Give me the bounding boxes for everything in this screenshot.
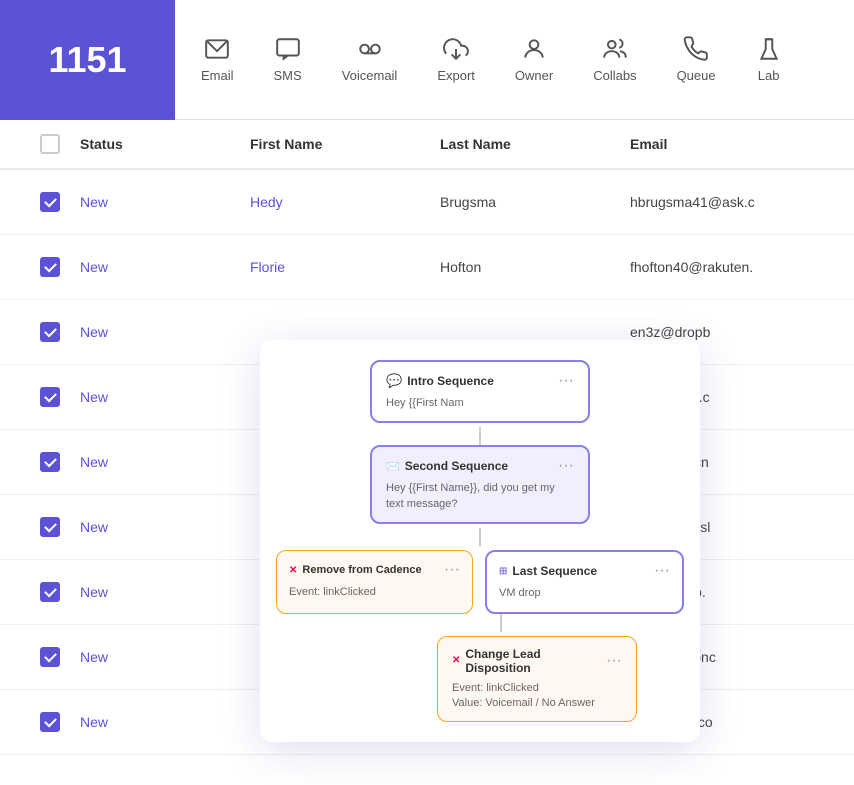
flow-node-last-body: VM drop: [499, 586, 670, 601]
row-checkbox-8[interactable]: [20, 712, 80, 732]
connector-line-2: [479, 528, 481, 546]
row-status-2[interactable]: New: [80, 324, 250, 340]
flow-node-second-title: ✉️ Second Sequence: [386, 459, 508, 473]
lab-icon: [756, 36, 782, 62]
row-status-1[interactable]: New: [80, 259, 250, 275]
nav-email[interactable]: Email: [185, 0, 250, 119]
node-menu-dots-2[interactable]: ···: [558, 457, 574, 475]
col-lastname: Last Name: [440, 136, 630, 152]
nav-items: Email SMS Voicemail Export: [175, 0, 808, 119]
row-checkbox-5[interactable]: [20, 517, 80, 537]
flow-node-remove[interactable]: ✕ Remove from Cadence ··· Event: linkCli…: [276, 550, 473, 613]
flow-node-second-body: Hey {{First Name}}, did you get my text …: [386, 481, 574, 512]
flow-node-change-body: Event: linkClicked Value: Voicemail / No…: [452, 681, 622, 712]
row-firstname-1[interactable]: Florie: [250, 259, 440, 275]
table-row: New Florie Hofton fhofton40@rakuten.: [0, 235, 854, 300]
export-icon: [443, 36, 469, 62]
row-status-0[interactable]: New: [80, 194, 250, 210]
row-checkbox-7[interactable]: [20, 647, 80, 667]
table-row: New Hedy Brugsma hbrugsma41@ask.c: [0, 170, 854, 235]
flow-node-change[interactable]: ✕ Change Lead Disposition ··· Event: lin…: [437, 636, 637, 723]
flow-node-change-title: ✕ Change Lead Disposition: [452, 647, 606, 675]
row-email-2: en3z@dropb: [630, 324, 854, 340]
flow-node-second-header: ✉️ Second Sequence ···: [386, 457, 574, 475]
checkbox-header[interactable]: [40, 134, 60, 154]
nav-lab[interactable]: Lab: [740, 0, 798, 119]
row-lastname-0: Brugsma: [440, 194, 630, 210]
row-checkbox-6[interactable]: [20, 582, 80, 602]
node-menu-dots-5[interactable]: ···: [606, 652, 622, 670]
flow-node-intro-body: Hey {{First Nam: [386, 396, 574, 411]
row-status-6[interactable]: New: [80, 584, 250, 600]
node-menu-dots[interactable]: ···: [558, 372, 574, 390]
connector-line-1: [479, 427, 481, 445]
flow-node-last-title: ⊞ Last Sequence: [499, 564, 597, 578]
col-status: Status: [80, 136, 250, 152]
mail-small-icon: ✉️: [386, 460, 400, 473]
x-icon: ✕: [289, 565, 297, 576]
flow-node-intro[interactable]: 💬 Intro Sequence ··· Hey {{First Nam: [370, 360, 590, 423]
page-wrapper: 1151 Email SMS Voicemail: [0, 0, 854, 785]
row-lastname-1: Hofton: [440, 259, 630, 275]
flow-container: 💬 Intro Sequence ··· Hey {{First Nam ✉️ …: [276, 360, 684, 722]
owner-icon: [521, 36, 547, 62]
row-checkbox-0[interactable]: [20, 192, 80, 212]
collabs-icon: [602, 36, 628, 62]
row-email-0: hbrugsma41@ask.c: [630, 194, 854, 210]
chat-bubble-icon: 💬: [386, 373, 402, 389]
row-checkbox-1[interactable]: [20, 257, 80, 277]
row-checkbox-3[interactable]: [20, 387, 80, 407]
nav-owner[interactable]: Owner: [499, 0, 569, 119]
queue-icon: [683, 36, 709, 62]
flow-node-remove-title: ✕ Remove from Cadence: [289, 564, 422, 576]
flow-node-last[interactable]: ⊞ Last Sequence ··· VM drop: [485, 550, 684, 613]
voicemail-icon: [357, 36, 383, 62]
nav-sms[interactable]: SMS: [258, 0, 318, 119]
flow-node-second[interactable]: ✉️ Second Sequence ··· Hey {{First Name}…: [370, 445, 590, 524]
fork-icon: ⊞: [499, 566, 507, 577]
header-badge: 1151: [0, 0, 175, 120]
flow-node-change-header: ✕ Change Lead Disposition ···: [452, 647, 622, 675]
col-email: Email: [630, 136, 854, 152]
col-firstname: First Name: [250, 136, 440, 152]
email-icon: [204, 36, 230, 62]
flow-node-remove-body: Event: linkClicked: [289, 585, 460, 600]
flow-node-intro-header: 💬 Intro Sequence ···: [386, 372, 574, 390]
header: 1151 Email SMS Voicemail: [0, 0, 854, 120]
node-menu-dots-4[interactable]: ···: [654, 562, 670, 580]
row-checkbox-2[interactable]: [20, 322, 80, 342]
flow-overlay-panel: 💬 Intro Sequence ··· Hey {{First Nam ✉️ …: [260, 340, 700, 742]
flow-fork-row: ✕ Remove from Cadence ··· Event: linkCli…: [276, 550, 684, 613]
flow-node-last-header: ⊞ Last Sequence ···: [499, 562, 670, 580]
table-header: Status First Name Last Name Email: [0, 120, 854, 170]
nav-collabs[interactable]: Collabs: [577, 0, 652, 119]
row-status-8[interactable]: New: [80, 714, 250, 730]
node-menu-dots-3[interactable]: ···: [444, 561, 460, 579]
nav-voicemail[interactable]: Voicemail: [326, 0, 414, 119]
sms-icon: [275, 36, 301, 62]
row-checkbox-4[interactable]: [20, 452, 80, 472]
flow-node-remove-header: ✕ Remove from Cadence ···: [289, 561, 460, 579]
row-status-7[interactable]: New: [80, 649, 250, 665]
x-icon-2: ✕: [452, 655, 460, 666]
row-status-4[interactable]: New: [80, 454, 250, 470]
nav-queue[interactable]: Queue: [661, 0, 732, 119]
row-email-1: fhofton40@rakuten.: [630, 259, 854, 275]
connector-line-3: [500, 614, 502, 632]
flow-node-intro-title: 💬 Intro Sequence: [386, 373, 494, 389]
row-status-3[interactable]: New: [80, 389, 250, 405]
row-status-5[interactable]: New: [80, 519, 250, 535]
select-all-checkbox[interactable]: [20, 134, 80, 154]
nav-export[interactable]: Export: [421, 0, 491, 119]
row-firstname-0[interactable]: Hedy: [250, 194, 440, 210]
